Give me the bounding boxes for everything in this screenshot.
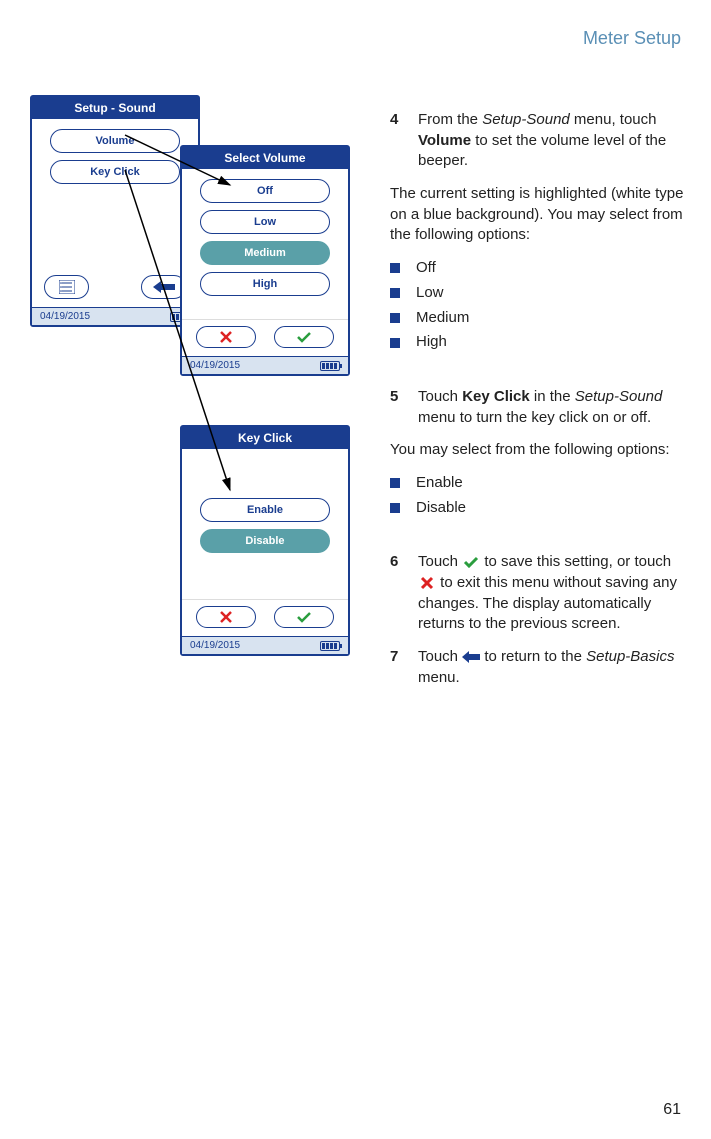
bullet-square-icon [390,263,400,273]
status-bar: 04/19/2015 [182,636,348,654]
enable-button[interactable]: Enable [200,498,330,522]
bullet-square-icon [390,288,400,298]
text: menu to turn the key click on or off. [418,409,651,426]
volume-high-button[interactable]: High [200,272,330,296]
bullet-square-icon [390,478,400,488]
volume-button[interactable]: Volume [50,129,180,153]
screen-select-volume: Select Volume Off Low Medium High 04/19/… [180,145,350,376]
step-number: 4 [390,110,418,172]
text: menu. [418,669,460,686]
disable-button[interactable]: Disable [200,529,330,553]
text: Touch [418,388,462,405]
cancel-x-icon [418,576,436,590]
text: From the [418,111,482,128]
volume-off-button[interactable]: Off [200,179,330,203]
step-5-bullets: Enable Disable [390,473,686,518]
step-4-para: The current setting is highlighted (whit… [390,184,686,246]
confirm-button[interactable] [274,606,334,628]
list-button[interactable] [44,275,89,299]
status-bar: 04/19/2015 [182,356,348,374]
screen-setup-sound: Setup - Sound Volume Key Click 04/19/201… [30,95,200,327]
step-number: 6 [390,552,418,635]
text-bold: Key Click [462,388,530,405]
cancel-button[interactable] [196,606,256,628]
bullet-square-icon [390,503,400,513]
bullet-text: High [416,332,447,353]
check-icon [296,610,312,624]
text-italic: Setup-Basics [586,648,674,665]
bullet-text: Enable [416,473,463,494]
check-icon [462,555,480,569]
text: Touch [418,648,462,665]
step-number: 5 [390,387,418,428]
text: in the [530,388,575,405]
bullet-text: Disable [416,498,466,519]
step-4: 4 From the Setup-Sound menu, touch Volum… [390,110,686,172]
text: Touch [418,553,462,570]
screen-title: Select Volume [182,147,348,169]
page-number: 61 [663,1101,681,1119]
instructions-column: 4 From the Setup-Sound menu, touch Volum… [390,110,686,700]
status-bar: 04/19/2015 [32,307,198,325]
bullet-text: Medium [416,308,469,329]
status-date: 04/19/2015 [40,311,90,322]
back-arrow-icon [462,650,480,664]
status-date: 04/19/2015 [190,640,240,651]
text: menu, touch [570,111,657,128]
step-5-para: You may select from the following option… [390,440,686,461]
screen-title: Setup - Sound [32,97,198,119]
step-number: 7 [390,647,418,688]
step-6: 6 Touch to save this setting, or touch t… [390,552,686,635]
screen-title: Key Click [182,427,348,449]
page-header-title: Meter Setup [583,28,681,49]
status-date: 04/19/2015 [190,360,240,371]
step-7: 7 Touch to return to the Setup-Basics me… [390,647,686,688]
battery-icon [320,361,340,371]
confirm-button[interactable] [274,326,334,348]
text-italic: Setup-Sound [482,111,570,128]
bullet-text: Low [416,283,444,304]
text: to return to the [480,648,586,665]
battery-icon [320,641,340,651]
screen-key-click: Key Click Enable Disable 04/19/2015 [180,425,350,656]
cancel-x-icon [219,330,233,344]
volume-low-button[interactable]: Low [200,210,330,234]
step-4-bullets: Off Low Medium High [390,258,686,353]
back-arrow-icon [153,280,175,294]
cancel-x-icon [219,610,233,624]
bullet-square-icon [390,338,400,348]
bullet-square-icon [390,313,400,323]
text: to save this setting, or touch [480,553,671,570]
bullet-text: Off [416,258,436,279]
key-click-button[interactable]: Key Click [50,160,180,184]
volume-medium-button[interactable]: Medium [200,241,330,265]
text-bold: Volume [418,132,471,149]
text: to exit this menu without saving any cha… [418,574,677,632]
step-5: 5 Touch Key Click in the Setup-Sound men… [390,387,686,428]
text-italic: Setup-Sound [575,388,663,405]
cancel-button[interactable] [196,326,256,348]
check-icon [296,330,312,344]
